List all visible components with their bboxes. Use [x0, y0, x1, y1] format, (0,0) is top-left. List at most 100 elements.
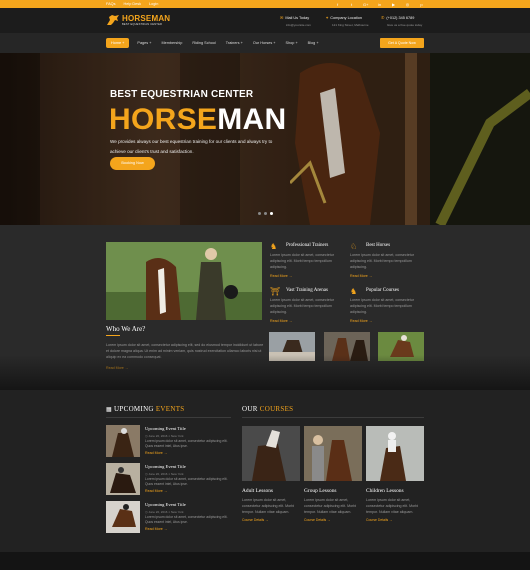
event-title[interactable]: Upcoming Event Title — [145, 426, 186, 431]
linkedin-icon[interactable]: in — [377, 2, 382, 7]
course-title[interactable]: Children Lessons — [366, 488, 424, 494]
course-details-link[interactable]: Course Details → — [304, 518, 362, 522]
feature-read-more-link[interactable]: Read More → — [270, 274, 292, 278]
events-title: ▦ UPCOMING EVENTS — [106, 405, 185, 413]
hero-subtitle: BEST EQUESTRIAN CENTER — [110, 89, 254, 100]
nav-home[interactable]: Home + — [106, 37, 130, 48]
course-title[interactable]: Group Lessons — [304, 488, 362, 494]
event-read-more-link[interactable]: Read More → — [145, 489, 167, 493]
event-meta: ◷ June 20, 2016 ⌖ New York — [145, 472, 184, 476]
nav-shop[interactable]: Shop + — [286, 41, 298, 45]
jockey-icon: ♞ — [350, 287, 358, 296]
event-desc: Lorem ipsum dolor sit amet, consectetur … — [145, 515, 228, 524]
event-meta: ◷ June 20, 2016 ⌖ New York — [145, 434, 184, 438]
arena-icon: ⛩ — [270, 287, 281, 296]
course-image[interactable] — [366, 426, 424, 481]
event-image[interactable] — [106, 425, 140, 457]
nav-riding-school[interactable]: Riding School — [192, 41, 215, 45]
event-desc: Lorem ipsum dolor sit amet, consectetur … — [145, 439, 228, 448]
event-place: New York — [170, 510, 184, 514]
event-place: New York — [170, 434, 184, 438]
feature-desc: Lorem ipsum dolor sit amet, consectetur … — [350, 298, 414, 314]
hero-title-horse: HORSE — [109, 103, 218, 136]
phone-value: Give us a free quote today — [387, 23, 423, 27]
feature-desc: Lorem ipsum dolor sit amet, consectetur … — [270, 253, 334, 269]
rider-icon: ♞ — [270, 242, 278, 251]
feature-title: Best Horses — [366, 243, 391, 248]
event-date: June 20, 2016 — [148, 434, 168, 438]
feature-title: Professional Trainers — [286, 243, 329, 248]
event-read-more-link[interactable]: Read More → — [145, 451, 167, 455]
pinterest-icon[interactable]: p — [419, 2, 424, 7]
header-location: ⌖ Company Location 121 King Street, Melbo… — [326, 15, 369, 27]
divider — [106, 417, 231, 418]
logo-subtitle: BEST EQUESTRIAN CENTER — [122, 22, 163, 26]
nav-blog[interactable]: Blog + — [308, 41, 319, 45]
facebook-icon[interactable]: f — [335, 2, 340, 7]
course-desc: Lorem ipsum dolor sit amet, consectetur … — [304, 498, 357, 514]
mail-icon: ✉ — [280, 15, 284, 20]
about-title-text: Who We Are? — [106, 325, 146, 333]
site-header: HORSEMAN BEST EQUESTRIAN CENTER ✉ Mail Us… — [0, 8, 530, 33]
course-desc: Lorem ipsum dolor sit amet, consectetur … — [366, 498, 419, 514]
event-read-more-link[interactable]: Read More → — [145, 527, 167, 531]
feature-title: Vast Training Arenas — [286, 288, 328, 293]
slider-dot-active[interactable] — [270, 212, 273, 215]
event-image[interactable] — [106, 463, 140, 495]
logo-title: HORSEMAN — [122, 13, 171, 23]
hero-slider: BEST EQUESTRIAN CENTER HORSEMAN We provi… — [0, 53, 530, 225]
feature-read-more-link[interactable]: Read More → — [270, 319, 292, 323]
event-date: June 20, 2016 — [148, 472, 168, 476]
course-card: Children Lessons Lorem ipsum dolor sit a… — [366, 426, 424, 522]
course-image[interactable] — [304, 426, 362, 481]
course-title[interactable]: Adult Lessons — [242, 488, 300, 494]
event-image[interactable] — [106, 501, 140, 533]
get-quote-button[interactable]: Get A Quote Now — [380, 38, 424, 48]
event-title[interactable]: Upcoming Event Title — [145, 464, 186, 469]
mail-value[interactable]: info@yoursite.com — [280, 23, 311, 27]
feature-desc: Lorem ipsum dolor sit amet, consectetur … — [350, 253, 414, 269]
phone-label[interactable]: (+012) 345 6789 — [386, 16, 414, 20]
horse-icon: ♘ — [350, 242, 358, 251]
nav-trainers[interactable]: Trainers + — [226, 41, 243, 45]
hero-title: HORSEMAN — [109, 104, 286, 136]
grass-decoration — [0, 355, 530, 390]
help-desk-link[interactable]: Help Desk — [124, 2, 142, 6]
instagram-icon[interactable]: ◎ — [405, 2, 410, 7]
slider-dots — [258, 212, 273, 215]
main-nav: Home + Pages + Membership Riding School … — [0, 33, 530, 53]
event-meta: ◷ June 20, 2016 ⌖ New York — [145, 510, 184, 514]
divider — [242, 417, 424, 418]
twitter-icon[interactable]: t — [349, 2, 354, 7]
location-label: Company Location — [330, 15, 362, 20]
login-link[interactable]: Login — [149, 2, 158, 6]
event-item: Upcoming Event Title ◷ June 20, 2016 ⌖ N… — [106, 463, 231, 495]
feature-read-more-link[interactable]: Read More → — [350, 274, 372, 278]
nav-our-horses[interactable]: Our Horses + — [253, 41, 276, 45]
social-links: f t G+ in ▶ ◎ p — [335, 2, 424, 7]
course-details-link[interactable]: Course Details → — [242, 518, 300, 522]
courses-title-a: OUR — [242, 405, 258, 413]
hero-title-man: MAN — [217, 103, 287, 136]
feature-read-more-link[interactable]: Read More → — [350, 319, 372, 323]
youtube-icon[interactable]: ▶ — [391, 2, 396, 7]
course-image[interactable] — [242, 426, 300, 481]
faq-link[interactable]: FAQs — [106, 2, 116, 6]
slider-dot[interactable] — [258, 212, 261, 215]
mail-label: Mail Us Today — [285, 15, 310, 20]
about-section: Who We Are? Lorem ipsum dolor sit amet, … — [0, 225, 530, 390]
booking-now-button[interactable]: Booking Now — [110, 157, 155, 170]
title-underline — [106, 335, 120, 336]
logo[interactable]: HORSEMAN BEST EQUESTRIAN CENTER — [106, 14, 170, 26]
nav-pages[interactable]: Pages + — [137, 41, 151, 45]
event-item: Upcoming Event Title ◷ June 20, 2016 ⌖ N… — [106, 425, 231, 457]
event-title[interactable]: Upcoming Event Title — [145, 502, 186, 507]
course-card: Group Lessons Lorem ipsum dolor sit amet… — [304, 426, 362, 522]
google-plus-icon[interactable]: G+ — [363, 2, 368, 7]
nav-membership[interactable]: Membership — [161, 41, 182, 45]
courses-title: OUR COURSES — [242, 405, 293, 413]
slider-dot[interactable] — [264, 212, 267, 215]
course-details-link[interactable]: Course Details → — [366, 518, 424, 522]
course-desc: Lorem ipsum dolor sit amet, consectetur … — [242, 498, 295, 514]
header-phone: ✆ (+012) 345 6789 Give us a free quote to… — [381, 15, 422, 27]
